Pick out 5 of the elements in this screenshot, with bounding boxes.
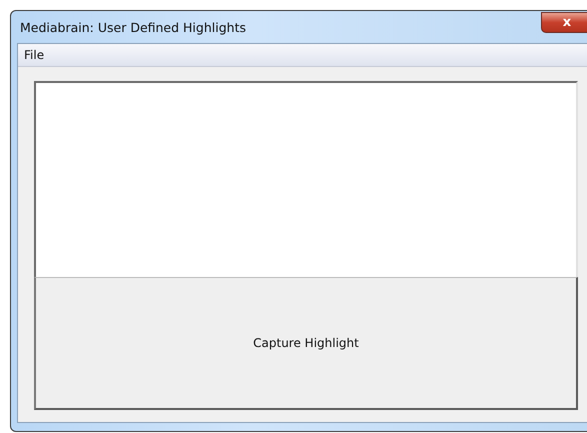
text-area[interactable] — [34, 81, 578, 277]
menu-item[interactable]: File — [18, 48, 50, 62]
capture-button[interactable]: Capture Highlight — [34, 277, 578, 410]
window-title: Mediabrain: User Defined Highlights — [19, 20, 246, 34]
close-button[interactable]: x — [541, 12, 587, 32]
